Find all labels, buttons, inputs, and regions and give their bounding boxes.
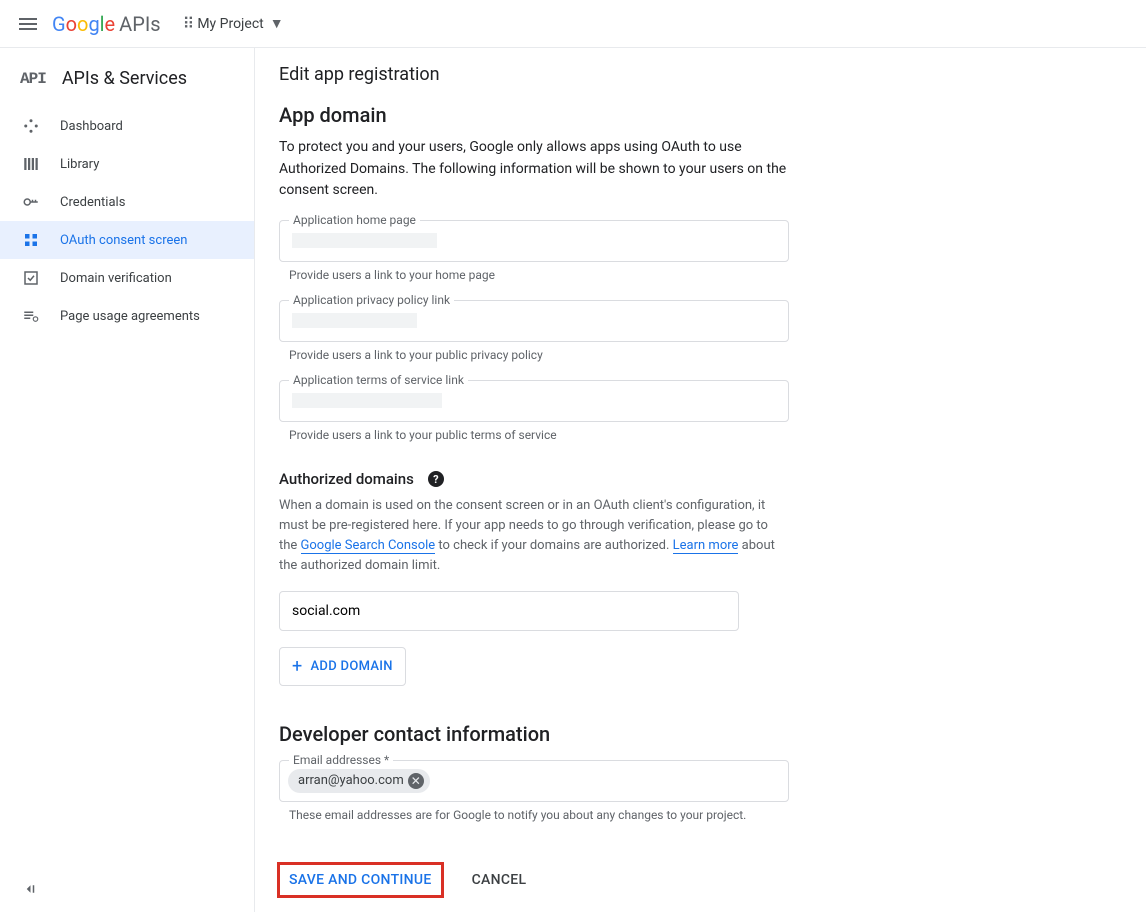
chevron-down-icon: ▼ [270,15,284,32]
hamburger-menu-icon[interactable] [16,12,40,36]
google-apis-logo[interactable]: Google APIs [52,12,161,36]
sidebar-item-dashboard[interactable]: Dashboard [0,107,254,145]
sidebar-header: API APIs & Services [0,64,254,107]
library-icon [22,155,40,173]
privacy-hint: Provide users a link to your public priv… [289,348,1111,362]
sidebar-item-library[interactable]: Library [0,145,254,183]
help-icon[interactable]: ? [428,471,444,487]
apis-text: APIs [119,12,160,36]
save-and-continue-button[interactable]: SAVE AND CONTINUE [279,864,442,896]
google-logo-text: Google [52,12,115,36]
sidebar-item-label: Library [60,157,99,172]
add-domain-button[interactable]: + ADD DOMAIN [279,647,406,686]
redacted-value [292,313,417,328]
app-domain-desc: To protect you and your users, Google on… [279,137,789,202]
home-page-label: Application home page [289,213,420,227]
cancel-button[interactable]: CANCEL [462,864,537,896]
sidebar-item-label: Page usage agreements [60,309,200,324]
auth-domains-heading: Authorized domains ? [279,470,1111,488]
search-console-link[interactable]: Google Search Console [301,538,436,554]
project-name: My Project [197,16,263,32]
privacy-label: Application privacy policy link [289,293,454,307]
email-chip: arran@yahoo.com ✕ [288,769,430,793]
consent-icon [22,231,40,249]
email-label: Email addresses * [289,753,393,767]
sidebar-item-label: Domain verification [60,271,172,286]
remove-chip-icon[interactable]: ✕ [408,773,424,789]
sidebar-item-page-usage[interactable]: Page usage agreements [0,297,254,335]
sidebar-item-credentials[interactable]: Credentials [0,183,254,221]
sidebar-item-domain-verification[interactable]: Domain verification [0,259,254,297]
app-domain-heading: App domain [279,103,1111,127]
auth-domains-desc: When a domain is used on the consent scr… [279,496,789,577]
sidebar: API APIs & Services Dashboard Library Cr… [0,48,255,912]
collapse-sidebar-button[interactable] [20,880,38,902]
tos-label: Application terms of service link [289,373,468,387]
email-hint: These email addresses are for Google to … [289,808,1111,822]
plus-icon: + [292,656,303,677]
section-title: APIs & Services [62,68,187,89]
email-field: Email addresses * arran@yahoo.com ✕ [279,760,1111,802]
sidebar-item-label: Credentials [60,195,125,210]
main-content: Edit app registration App domain To prot… [255,48,1135,912]
key-icon [22,193,40,211]
project-icon: ⠿ [183,14,192,33]
domain-input[interactable] [279,591,739,631]
home-page-field: Application home page [279,220,1111,262]
sidebar-item-oauth-consent[interactable]: OAuth consent screen [0,221,254,259]
redacted-value [292,393,442,408]
top-header: Google APIs ⠿ My Project ▼ [0,0,1146,48]
privacy-field: Application privacy policy link [279,300,1111,342]
api-icon: API [20,70,46,88]
check-icon [22,269,40,287]
button-row: SAVE AND CONTINUE CANCEL [279,864,1111,896]
sidebar-item-label: Dashboard [60,119,123,134]
learn-more-link[interactable]: Learn more [673,538,739,554]
list-gear-icon [22,307,40,325]
dashboard-icon [22,117,40,135]
sidebar-item-label: OAuth consent screen [60,233,187,248]
dev-contact-heading: Developer contact information [279,722,1111,746]
home-page-hint: Provide users a link to your home page [289,268,1111,282]
redacted-value [292,233,437,248]
page-title: Edit app registration [279,64,1111,85]
tos-field: Application terms of service link [279,380,1111,422]
project-selector[interactable]: ⠿ My Project ▼ [183,14,284,33]
tos-hint: Provide users a link to your public term… [289,428,1111,442]
